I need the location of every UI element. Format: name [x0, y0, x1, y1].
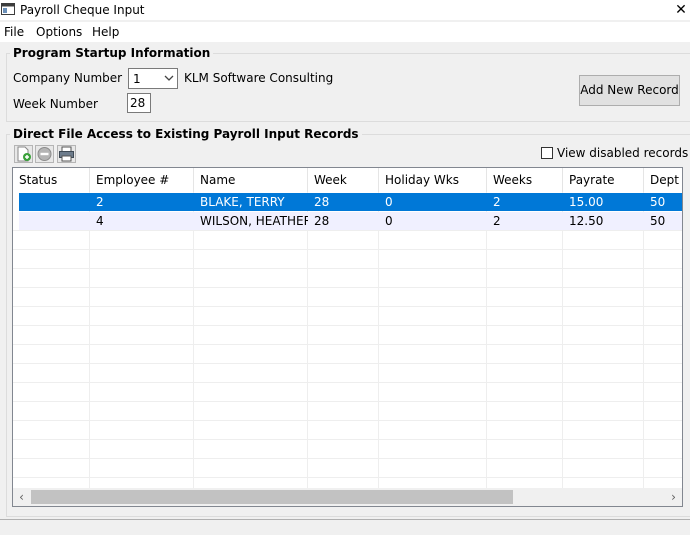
column-header-weeks[interactable]: Weeks: [487, 168, 563, 192]
startup-legend: Program Startup Information: [13, 46, 211, 60]
app-window-icon: [1, 3, 15, 15]
column-divider: [643, 192, 644, 488]
print-icon: [59, 146, 74, 162]
row-divider: [13, 344, 682, 345]
row-divider: [13, 287, 682, 288]
column-header-week[interactable]: Week: [308, 168, 379, 192]
view-disabled-checkbox[interactable]: [541, 147, 553, 159]
column-header-name[interactable]: Name: [194, 168, 308, 192]
disable-record-button[interactable]: [35, 145, 54, 163]
row-divider: [13, 325, 682, 326]
window-title: Payroll Cheque Input: [20, 3, 145, 17]
menu-options[interactable]: Options: [36, 25, 82, 39]
table-cell-week[interactable]: 28: [308, 193, 379, 211]
table-cell-holiday[interactable]: 0: [379, 193, 487, 211]
company-number-value: 1: [133, 72, 141, 86]
company-name: KLM Software Consulting: [184, 71, 334, 85]
column-divider: [193, 192, 194, 488]
disable-record-icon: [37, 147, 52, 161]
print-button[interactable]: [57, 145, 76, 163]
chevron-down-icon: [164, 75, 174, 81]
column-header-holiday-wks[interactable]: Holiday Wks: [379, 168, 487, 192]
week-number-label: Week Number: [13, 97, 98, 111]
row-divider: [13, 420, 682, 421]
view-disabled-label[interactable]: View disabled records: [557, 146, 688, 160]
menu-file[interactable]: File: [4, 25, 24, 39]
table-cell-week[interactable]: 28: [308, 212, 379, 230]
scroll-left-icon[interactable]: ‹: [13, 488, 30, 506]
row-divider: [13, 230, 682, 231]
column-divider: [307, 192, 308, 488]
column-header-employee[interactable]: Employee #: [90, 168, 194, 192]
row-divider: [13, 401, 682, 402]
table-cell-holiday[interactable]: 0: [379, 212, 487, 230]
column-header-dept[interactable]: Dept: [644, 168, 682, 192]
table-cell-name[interactable]: WILSON, HEATHER: [194, 212, 308, 230]
menu-bar: File Options Help: [0, 22, 690, 42]
records-table: Status Employee # Name Week Holiday Wks …: [12, 167, 683, 507]
close-icon: ✕: [675, 2, 687, 18]
new-record-button[interactable]: [14, 145, 33, 163]
company-number-label: Company Number: [13, 71, 123, 85]
row-divider: [13, 363, 682, 364]
row-divider: [13, 439, 682, 440]
row-divider: [13, 268, 682, 269]
table-cell-status[interactable]: [13, 212, 90, 230]
horizontal-scrollbar[interactable]: ‹ ›: [13, 488, 682, 506]
column-divider: [89, 192, 90, 488]
table-cell-payrate[interactable]: 15.00: [563, 193, 644, 211]
table-cell-status[interactable]: [13, 193, 90, 211]
column-divider: [562, 192, 563, 488]
table-cell-employee[interactable]: 4: [90, 212, 194, 230]
status-bar: [0, 519, 690, 535]
table-cell-weeks[interactable]: 2: [487, 193, 563, 211]
column-divider: [378, 192, 379, 488]
column-divider: [486, 192, 487, 488]
row-divider: [13, 458, 682, 459]
new-record-icon: [17, 146, 31, 162]
row-divider: [13, 249, 682, 250]
scrollbar-thumb[interactable]: [31, 490, 513, 504]
close-button[interactable]: ✕: [672, 0, 690, 20]
table-cell-employee[interactable]: 2: [90, 193, 194, 211]
company-number-select[interactable]: 1: [128, 68, 178, 89]
week-number-field[interactable]: 28: [127, 93, 151, 113]
column-header-status[interactable]: Status: [13, 168, 90, 192]
menu-help[interactable]: Help: [92, 25, 119, 39]
table-cell-name[interactable]: BLAKE, TERRY: [194, 193, 308, 211]
title-bar: Payroll Cheque Input ✕: [0, 0, 690, 20]
table-cell-payrate[interactable]: 12.50: [563, 212, 644, 230]
column-header-payrate[interactable]: Payrate: [563, 168, 644, 192]
table-cell-dept[interactable]: 50: [644, 212, 682, 230]
row-divider: [13, 306, 682, 307]
table-cell-weeks[interactable]: 2: [487, 212, 563, 230]
table-cell-dept[interactable]: 50: [644, 193, 682, 211]
add-new-record-button[interactable]: Add New Record: [579, 75, 680, 106]
scroll-right-icon[interactable]: ›: [665, 488, 682, 506]
records-legend: Direct File Access to Existing Payroll I…: [13, 127, 359, 141]
row-divider: [13, 477, 682, 478]
row-divider: [13, 382, 682, 383]
